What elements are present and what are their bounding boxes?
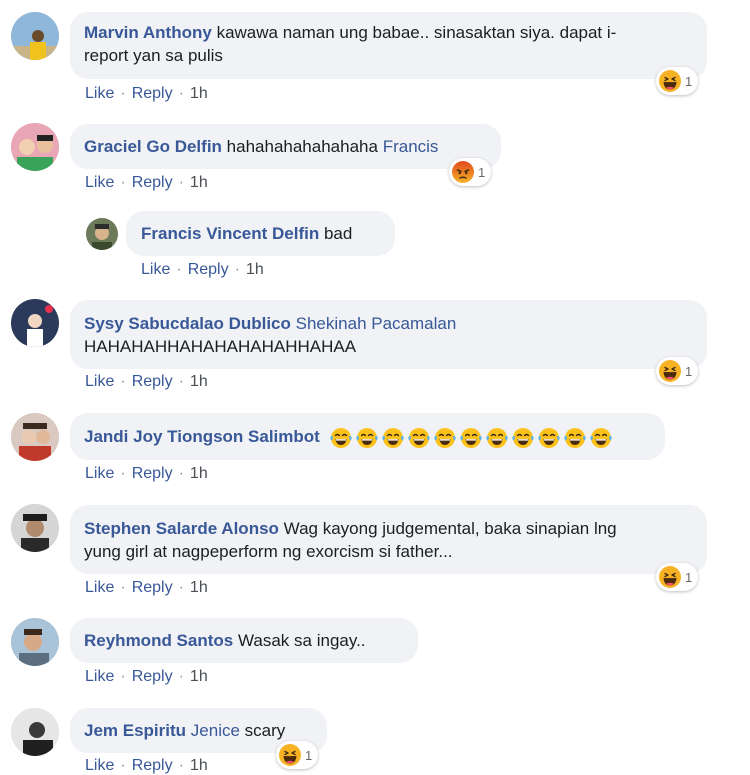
comment-bubble: Jandi Joy Tiongson Salimbot xyxy=(70,413,665,460)
comment-actions: Like · Reply · 1h xyxy=(85,668,208,685)
comment-actions: Like · Reply · 1h xyxy=(85,85,208,102)
comment-actions: Like · Reply · 1h xyxy=(85,465,208,482)
timestamp[interactable]: 1h xyxy=(190,579,208,596)
comment-author[interactable]: Marvin Anthony xyxy=(84,23,212,42)
comment-actions: Like · Reply · 1h xyxy=(85,579,208,596)
comment-bubble: Sysy Sabucdalao Dublico Shekinah Pacamal… xyxy=(70,300,707,369)
avatar[interactable] xyxy=(86,218,118,250)
like-link[interactable]: Like xyxy=(85,373,114,390)
like-link[interactable]: Like xyxy=(85,174,114,191)
timestamp[interactable]: 1h xyxy=(190,668,208,685)
comment-actions: Like · Reply · 1h xyxy=(141,261,264,278)
reaction-badge[interactable]: 1 xyxy=(656,357,699,385)
comment-author[interactable]: Reyhmond Santos xyxy=(84,631,233,650)
laughing-tears-icon xyxy=(407,426,431,450)
comment-bubble: Stephen Salarde Alonso Wag kayong judgem… xyxy=(70,505,707,574)
comment-actions: Like · Reply · 1h xyxy=(85,174,208,191)
like-link[interactable]: Like xyxy=(85,579,114,596)
reply-link[interactable]: Reply xyxy=(132,465,173,482)
reaction-badge[interactable]: 1 xyxy=(656,67,699,95)
like-link[interactable]: Like xyxy=(85,757,114,774)
reaction-badge[interactable]: 1 xyxy=(276,741,319,769)
comment-bubble: Graciel Go Delfin hahahahahahahaha Franc… xyxy=(70,124,501,169)
reaction-count: 1 xyxy=(305,747,313,763)
comment-bubble: Francis Vincent Delfin bad xyxy=(126,211,395,256)
reaction-badge[interactable]: 1 xyxy=(656,563,699,591)
laughing-tears-icon xyxy=(485,426,509,450)
comment-bubble: Reyhmond Santos Wasak sa ingay.. xyxy=(70,618,418,663)
reply-link[interactable]: Reply xyxy=(132,373,173,390)
comment-text: kawawa naman ung babae.. sinasaktan siya… xyxy=(216,23,617,42)
laughing-tears-icon xyxy=(563,426,587,450)
haha-icon xyxy=(658,565,682,589)
reaction-count: 1 xyxy=(685,73,693,89)
laughing-tears-icon xyxy=(433,426,457,450)
avatar[interactable] xyxy=(11,708,59,756)
laughing-tears-icon xyxy=(355,426,379,450)
reply-link[interactable]: Reply xyxy=(132,579,173,596)
comment-bubble: Marvin Anthony kawawa naman ung babae.. … xyxy=(70,12,707,79)
laughing-tears-icon xyxy=(537,426,561,450)
laughing-tears-icon xyxy=(589,426,613,450)
haha-icon xyxy=(278,743,302,767)
avatar[interactable] xyxy=(11,504,59,552)
like-link[interactable]: Like xyxy=(85,85,114,102)
comment-text: Wag kayong judgemental, baka sinapian ln… xyxy=(283,519,617,538)
mention-link[interactable]: Jenice xyxy=(191,721,240,740)
timestamp[interactable]: 1h xyxy=(190,85,208,102)
comment-author[interactable]: Jem Espiritu xyxy=(84,721,186,740)
timestamp[interactable]: 1h xyxy=(190,757,208,774)
avatar[interactable] xyxy=(11,123,59,171)
haha-icon xyxy=(658,69,682,93)
comment-actions: Like · Reply · 1h xyxy=(85,373,208,390)
laughing-tears-icon xyxy=(511,426,535,450)
timestamp[interactable]: 1h xyxy=(190,373,208,390)
reply-link[interactable]: Reply xyxy=(132,668,173,685)
reply-link[interactable]: Reply xyxy=(188,261,229,278)
angry-icon xyxy=(451,160,475,184)
comment-text: scary xyxy=(244,721,286,740)
reaction-badge[interactable]: 1 xyxy=(449,158,492,186)
comment-author[interactable]: Jandi Joy Tiongson Salimbot xyxy=(84,427,320,446)
like-link[interactable]: Like xyxy=(85,668,114,685)
like-link[interactable]: Like xyxy=(85,465,114,482)
reaction-count: 1 xyxy=(478,164,486,180)
reply-link[interactable]: Reply xyxy=(132,757,173,774)
avatar[interactable] xyxy=(11,618,59,666)
comment-text: yung girl at nagpeperform ng exorcism si… xyxy=(84,542,453,561)
comment-text: bad xyxy=(323,224,353,243)
mention-link[interactable]: Francis xyxy=(383,137,439,156)
haha-icon xyxy=(658,359,682,383)
comment-author[interactable]: Sysy Sabucdalao Dublico xyxy=(84,314,291,333)
laughing-tears-icon xyxy=(459,426,483,450)
timestamp[interactable]: 1h xyxy=(246,261,264,278)
reaction-count: 1 xyxy=(685,569,693,585)
avatar[interactable] xyxy=(11,413,59,461)
like-link[interactable]: Like xyxy=(141,261,170,278)
avatar[interactable] xyxy=(11,299,59,347)
comment-text: Wasak sa ingay.. xyxy=(237,631,366,650)
laughing-tears-icon xyxy=(329,426,353,450)
timestamp[interactable]: 1h xyxy=(190,465,208,482)
comment-text: HAHAHAHHAHAHAHAHAHHAHAA xyxy=(84,337,357,356)
comment-author[interactable]: Graciel Go Delfin xyxy=(84,137,222,156)
comment-actions: Like · Reply · 1h xyxy=(85,757,208,774)
reply-link[interactable]: Reply xyxy=(132,85,173,102)
comment-text: hahahahahahahaha xyxy=(226,137,378,156)
mention-link[interactable]: Shekinah Pacamalan xyxy=(296,314,457,333)
timestamp[interactable]: 1h xyxy=(190,174,208,191)
emoji-group xyxy=(329,426,613,450)
comment-author[interactable]: Stephen Salarde Alonso xyxy=(84,519,279,538)
comment-author[interactable]: Francis Vincent Delfin xyxy=(141,224,319,243)
avatar[interactable] xyxy=(11,12,59,60)
reply-link[interactable]: Reply xyxy=(132,174,173,191)
comment-text: report yan sa pulis xyxy=(84,46,223,65)
laughing-tears-icon xyxy=(381,426,405,450)
reaction-count: 1 xyxy=(685,363,693,379)
